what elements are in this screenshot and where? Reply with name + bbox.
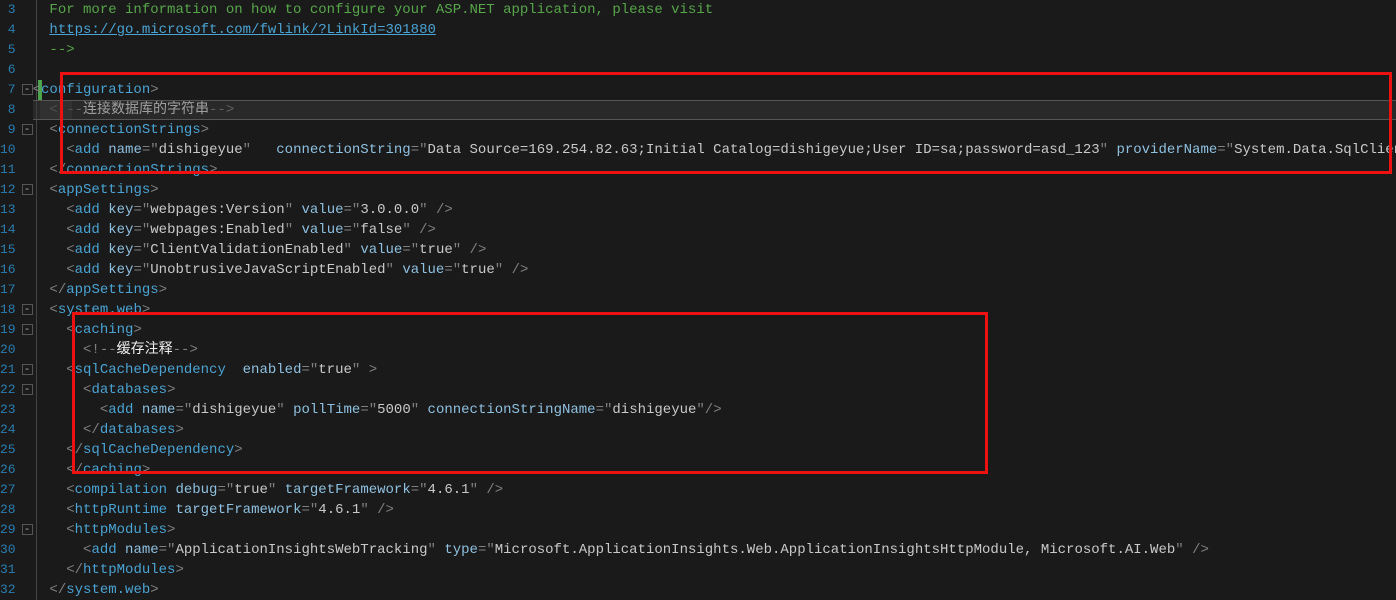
code-line[interactable]: <caching>	[33, 320, 1396, 340]
code-line[interactable]: </connectionStrings>	[33, 160, 1396, 180]
fold-toggle	[22, 240, 33, 260]
code-line[interactable]: </caching>	[33, 460, 1396, 480]
code-line[interactable]: <!--缓存注释-->	[33, 340, 1396, 360]
fold-toggle	[22, 540, 33, 560]
code-line[interactable]: <add name="ApplicationInsightsWebTrackin…	[33, 540, 1396, 560]
line-number-gutter[interactable]: 3456789101112131415161718192021222324252…	[0, 0, 22, 600]
fold-toggle[interactable]: -	[22, 320, 33, 340]
fold-toggle	[22, 160, 33, 180]
line-number[interactable]: 6	[0, 60, 16, 80]
line-number[interactable]: 11	[0, 160, 16, 180]
fold-toggle	[22, 560, 33, 580]
code-line[interactable]: <compilation debug="true" targetFramewor…	[33, 480, 1396, 500]
fold-toggle	[22, 100, 33, 120]
code-line[interactable]: </system.web>	[33, 580, 1396, 600]
line-number[interactable]: 19	[0, 320, 16, 340]
code-editor[interactable]: 3456789101112131415161718192021222324252…	[0, 0, 1396, 600]
line-number[interactable]: 5	[0, 40, 16, 60]
fold-toggle	[22, 200, 33, 220]
fold-toggle	[22, 40, 33, 60]
line-number[interactable]: 32	[0, 580, 16, 600]
line-number[interactable]: 18	[0, 300, 16, 320]
code-line[interactable]: <add key="UnobtrusiveJavaScriptEnabled" …	[33, 260, 1396, 280]
line-number[interactable]: 14	[0, 220, 16, 240]
fold-column[interactable]: --------	[22, 0, 33, 600]
fold-toggle[interactable]: -	[22, 80, 33, 100]
code-line[interactable]: </httpModules>	[33, 560, 1396, 580]
code-line[interactable]: <httpRuntime targetFramework="4.6.1" />	[33, 500, 1396, 520]
line-number[interactable]: 29	[0, 520, 16, 540]
code-line[interactable]: <databases>	[33, 380, 1396, 400]
fold-toggle	[22, 480, 33, 500]
code-line[interactable]: <add key="webpages:Version" value="3.0.0…	[33, 200, 1396, 220]
line-number[interactable]: 3	[0, 0, 16, 20]
code-line[interactable]: For more information on how to configure…	[33, 0, 1396, 20]
line-number[interactable]: 13	[0, 200, 16, 220]
line-number[interactable]: 28	[0, 500, 16, 520]
fold-toggle	[22, 0, 33, 20]
code-line[interactable]: </appSettings>	[33, 280, 1396, 300]
line-number[interactable]: 26	[0, 460, 16, 480]
line-number[interactable]: 12	[0, 180, 16, 200]
code-line[interactable]: <configuration>	[33, 80, 1396, 100]
code-line[interactable]: </sqlCacheDependency>	[33, 440, 1396, 460]
fold-toggle	[22, 400, 33, 420]
code-line[interactable]: <add key="ClientValidationEnabled" value…	[33, 240, 1396, 260]
fold-toggle[interactable]: -	[22, 520, 33, 540]
fold-toggle	[22, 260, 33, 280]
fold-toggle[interactable]: -	[22, 300, 33, 320]
fold-toggle	[22, 220, 33, 240]
line-number[interactable]: 9	[0, 120, 16, 140]
fold-toggle	[22, 580, 33, 600]
code-line[interactable]: <httpModules>	[33, 520, 1396, 540]
fold-toggle	[22, 140, 33, 160]
fold-toggle	[22, 60, 33, 80]
code-line[interactable]: -->	[33, 40, 1396, 60]
line-number[interactable]: 27	[0, 480, 16, 500]
fold-toggle	[22, 280, 33, 300]
line-number[interactable]: 21	[0, 360, 16, 380]
line-number[interactable]: 20	[0, 340, 16, 360]
line-number[interactable]: 8	[0, 100, 16, 120]
line-number[interactable]: 31	[0, 560, 16, 580]
code-line[interactable]	[33, 60, 1396, 80]
line-number[interactable]: 10	[0, 140, 16, 160]
code-line[interactable]: <system.web>	[33, 300, 1396, 320]
fold-toggle[interactable]: -	[22, 360, 33, 380]
code-line[interactable]: <add name="dishigeyue" connectionString=…	[33, 140, 1396, 160]
code-line[interactable]: <add name="dishigeyue" pollTime="5000" c…	[33, 400, 1396, 420]
line-number[interactable]: 25	[0, 440, 16, 460]
fold-toggle	[22, 500, 33, 520]
fold-toggle	[22, 440, 33, 460]
line-number[interactable]: 16	[0, 260, 16, 280]
fold-toggle	[22, 20, 33, 40]
line-number[interactable]: 24	[0, 420, 16, 440]
line-number[interactable]: 4	[0, 20, 16, 40]
code-line[interactable]: https://go.microsoft.com/fwlink/?LinkId=…	[33, 20, 1396, 40]
fold-toggle	[22, 420, 33, 440]
line-number[interactable]: 23	[0, 400, 16, 420]
line-number[interactable]: 17	[0, 280, 16, 300]
code-line[interactable]: <sqlCacheDependency enabled="true" >	[33, 360, 1396, 380]
fold-toggle	[22, 460, 33, 480]
line-number[interactable]: 15	[0, 240, 16, 260]
fold-toggle[interactable]: -	[22, 180, 33, 200]
fold-toggle	[22, 340, 33, 360]
fold-toggle[interactable]: -	[22, 120, 33, 140]
code-area[interactable]: For more information on how to configure…	[33, 0, 1396, 600]
code-line[interactable]: <connectionStrings>	[33, 120, 1396, 140]
line-number[interactable]: 22	[0, 380, 16, 400]
code-line[interactable]: <appSettings>	[33, 180, 1396, 200]
line-number[interactable]: 30	[0, 540, 16, 560]
fold-toggle[interactable]: -	[22, 380, 33, 400]
code-line[interactable]: </databases>	[33, 420, 1396, 440]
code-line[interactable]: <!--连接数据库的字符串-->	[33, 100, 1396, 120]
line-number[interactable]: 7	[0, 80, 16, 100]
code-line[interactable]: <add key="webpages:Enabled" value="false…	[33, 220, 1396, 240]
